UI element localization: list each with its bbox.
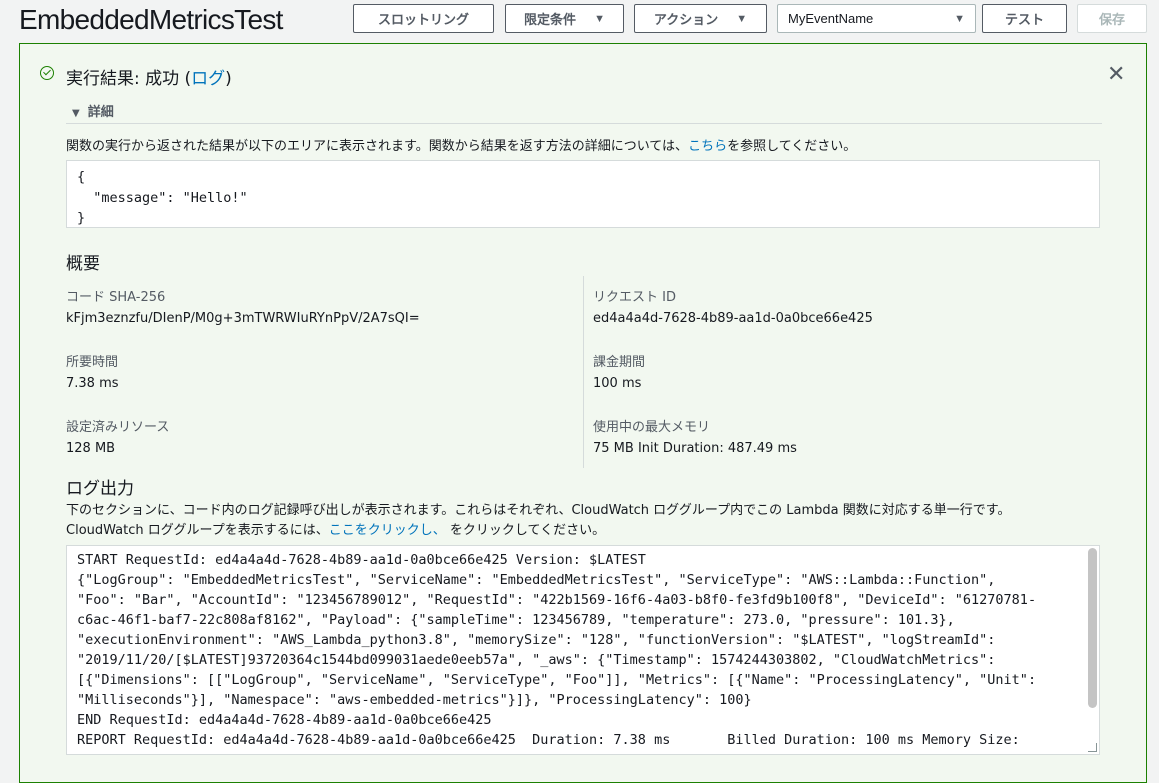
details-label: 詳細	[87, 105, 114, 120]
log-description: 下のセクションに、コード内のログ記録呼び出しが表示されます。これらはそれぞれ、C…	[66, 501, 1106, 541]
divider	[66, 123, 1102, 124]
success-check-icon	[40, 66, 54, 80]
caret-down-icon: ▼	[594, 12, 605, 25]
actions-label: アクション	[653, 12, 719, 27]
code-sha-value: kFjm3eznzfu/DIenP/M0g+3mTWRWIuRYnPpV/2A7…	[66, 311, 420, 326]
test-event-select[interactable]: MyEventName ▼	[777, 4, 976, 33]
test-event-value: MyEventName	[788, 11, 874, 26]
result-output[interactable]: { "message": "Hello!" }	[66, 160, 1100, 228]
details-link[interactable]: こちら	[688, 139, 727, 154]
execution-result-panel: 実行結果: 成功 (ログ) ✕ ▼ 詳細 関数の実行から返された結果が以下のエリア…	[19, 43, 1147, 783]
log-line: "executionEnvironment": "AWS_Lambda_pyth…	[77, 632, 996, 648]
throttling-label: スロットリング	[377, 12, 469, 27]
duration-label: 所要時間	[66, 355, 119, 370]
save-button[interactable]: 保存	[1077, 4, 1147, 33]
test-label: テスト	[1004, 12, 1044, 27]
log-description-line1: 下のセクションに、コード内のログ記録呼び出しが表示されます。これらはそれぞれ、C…	[66, 503, 1011, 518]
max-memory-value: 75 MB Init Duration: 487.49 ms	[593, 441, 797, 456]
resources-label: 設定済みリソース	[66, 420, 170, 435]
max-memory-label: 使用中の最大メモリ	[593, 420, 711, 435]
result-title-suffix: )	[225, 69, 232, 89]
log-line: START RequestId: ed4a4a4d-7628-4b89-aa1d…	[77, 552, 646, 568]
log-link[interactable]: ログ	[191, 69, 225, 89]
summary-heading: 概要	[66, 254, 100, 274]
result-description: 関数の実行から返された結果が以下のエリアに表示されます。関数から結果を返す方法の…	[66, 135, 856, 154]
details-toggle-icon: ▼	[72, 108, 80, 119]
actions-button[interactable]: アクション ▼	[634, 4, 767, 33]
summary-divider	[583, 276, 584, 468]
test-button[interactable]: テスト	[982, 4, 1067, 33]
log-line: REPORT RequestId: ed4a4a4d-7628-4b89-aa1…	[77, 732, 1020, 748]
log-description-suffix: をクリックしてください。	[445, 523, 606, 538]
log-line: "2019/11/20/[$LATEST]93720364c1544bd0990…	[77, 652, 996, 668]
log-description-text: CloudWatch ロググループを表示するには、	[66, 523, 329, 538]
log-line: "Foo": "Bar", "AccountId": "123456789012…	[77, 592, 1037, 608]
request-id-value: ed4a4a4d-7628-4b89-aa1d-0a0bce66e425	[593, 311, 873, 326]
scrollbar[interactable]	[1088, 548, 1097, 708]
resources-value: 128 MB	[66, 441, 116, 456]
duration-value: 7.38 ms	[66, 376, 119, 391]
qualifiers-label: 限定条件	[524, 12, 577, 27]
caret-down-icon: ▼	[954, 12, 965, 25]
log-line: "Milliseconds"}], "Namespace": "aws-embe…	[77, 692, 752, 708]
request-id-label: リクエスト ID	[593, 290, 676, 305]
log-heading: ログ出力	[66, 479, 134, 499]
qualifiers-button[interactable]: 限定条件 ▼	[505, 4, 624, 33]
resize-grip-icon[interactable]	[1088, 743, 1097, 752]
result-title: 実行結果: 成功 (ログ)	[66, 68, 232, 90]
log-output-text: START RequestId: ed4a4a4d-7628-4b89-aa1d…	[77, 550, 1077, 750]
save-label: 保存	[1098, 12, 1125, 27]
log-line: [{"Dimensions": [["LogGroup", "ServiceNa…	[77, 672, 1037, 688]
close-icon[interactable]: ✕	[1107, 64, 1125, 86]
throttling-button[interactable]: スロットリング	[353, 4, 494, 33]
details-toggle[interactable]: ▼ 詳細	[72, 101, 114, 120]
log-output[interactable]: START RequestId: ed4a4a4d-7628-4b89-aa1d…	[66, 545, 1100, 755]
function-title: EmbeddedMetricsTest	[19, 4, 283, 35]
result-description-text: 関数の実行から返された結果が以下のエリアに表示されます。関数から結果を返す方法の…	[66, 139, 689, 154]
log-line: c6ac-46f1-baf7-22c808af8162", "Payload":…	[77, 612, 955, 628]
billed-duration-value: 100 ms	[593, 376, 642, 391]
log-line: END RequestId: ed4a4a4d-7628-4b89-aa1d-0…	[77, 712, 492, 728]
result-description-suffix: を参照してください。	[727, 139, 857, 154]
caret-down-icon: ▼	[736, 12, 748, 25]
cloudwatch-link[interactable]: ここをクリックし、	[329, 523, 446, 538]
log-line: {"LogGroup": "EmbeddedMetricsTest", "Ser…	[77, 572, 996, 588]
result-title-text: 実行結果: 成功 (	[66, 69, 192, 89]
log-description-line2: CloudWatch ロググループを表示するには、ここをクリックし、 をクリック…	[66, 521, 1106, 541]
billed-duration-label: 課金期間	[593, 355, 646, 370]
code-sha-label: コード SHA-256	[66, 290, 166, 305]
